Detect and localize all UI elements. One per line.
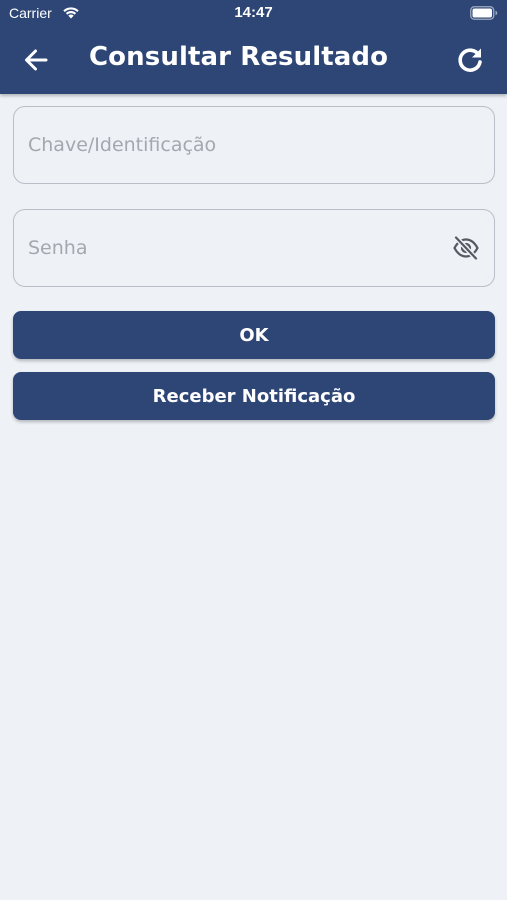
ok-button[interactable]: OK — [13, 311, 495, 359]
status-bar: Carrier 14:47 — [0, 0, 507, 28]
password-input[interactable] — [28, 210, 448, 286]
refresh-icon — [458, 48, 482, 72]
page-title: Consultar Resultado — [89, 42, 389, 72]
app-header: Carrier 14:47 Consultar Resultado — [0, 0, 507, 94]
arrow-left-icon — [25, 49, 48, 71]
refresh-button[interactable] — [448, 40, 492, 80]
receive-notification-button[interactable]: Receber Notificação — [13, 372, 495, 420]
back-button[interactable] — [14, 40, 58, 80]
clock: 14:47 — [234, 4, 273, 21]
key-input[interactable] — [28, 107, 448, 183]
key-field[interactable] — [13, 106, 495, 184]
nav-bar: Consultar Resultado — [0, 28, 507, 94]
password-field[interactable] — [13, 209, 495, 287]
battery-icon — [470, 6, 498, 20]
eye-off-icon[interactable] — [452, 235, 480, 261]
